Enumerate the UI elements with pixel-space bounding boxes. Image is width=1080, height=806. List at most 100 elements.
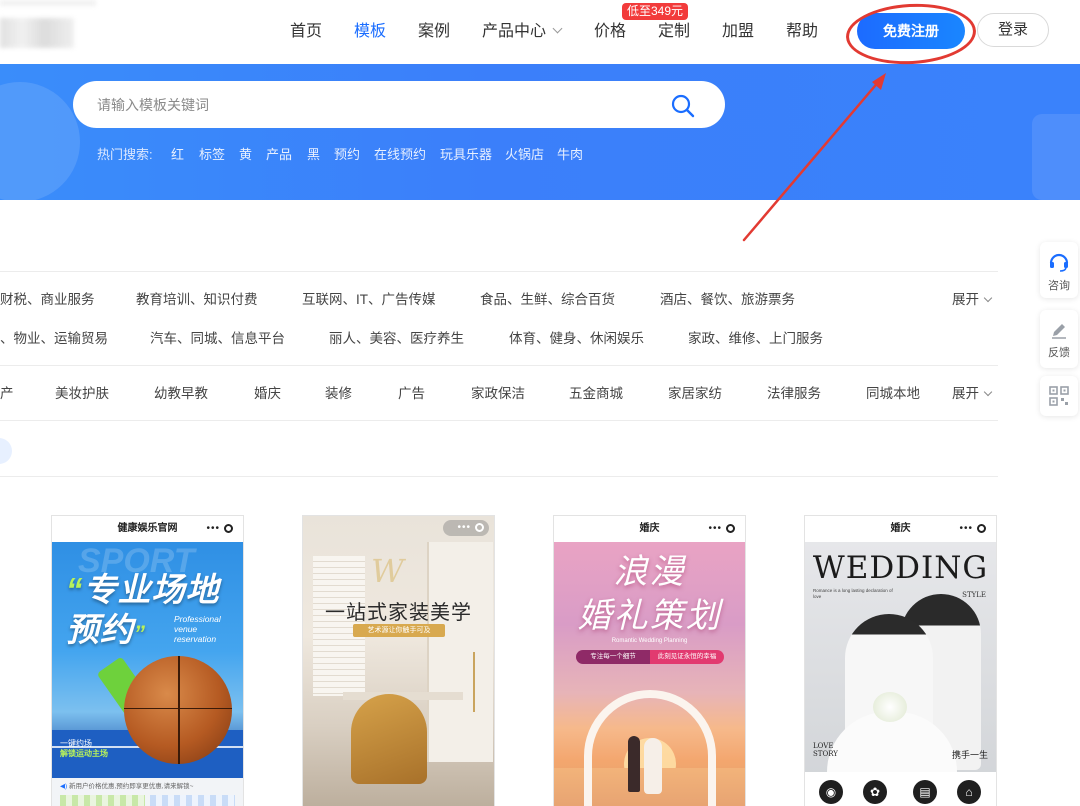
en-line: Professional	[174, 614, 221, 624]
chevron-down-icon	[983, 387, 993, 397]
expand-label: 展开	[952, 292, 979, 307]
template-card[interactable]: 健康娱乐官网 ••• SPORT “专业场地 预约” Professional …	[51, 515, 244, 806]
template-preview: SPORT “专业场地 预约” Professional venue reser…	[52, 542, 243, 806]
template-card[interactable]: 婚庆 ••• WEDDING Romance is a long lasting…	[804, 515, 997, 806]
industry-tag[interactable]: 汽车、同城、信息平台	[150, 330, 285, 348]
headset-icon	[1049, 253, 1069, 272]
template-preview: 浪漫 婚礼策划 Romantic Wedding Planning 专注每一个细…	[554, 542, 745, 806]
industry-tag[interactable]: 财税、商业服务	[0, 291, 95, 309]
close-ring-icon	[977, 523, 986, 533]
hot-term[interactable]: 玩具乐器	[440, 146, 492, 164]
industry-tag[interactable]: 互联网、IT、广告传媒	[302, 291, 436, 309]
login-button[interactable]: 登录	[977, 13, 1049, 47]
search-input[interactable]	[97, 81, 657, 128]
qrcode-icon	[1049, 386, 1069, 406]
close-ring-icon	[726, 523, 735, 533]
hot-term[interactable]: 黑	[307, 146, 320, 164]
miniapp-capsule: •••	[959, 523, 986, 535]
scene-tag[interactable]: 幼教早教	[154, 385, 208, 403]
search-icon[interactable]	[670, 93, 696, 119]
scene-tag[interactable]: 产	[0, 385, 14, 403]
site-logo[interactable]	[0, 18, 74, 48]
love-line: LOVE	[813, 742, 834, 750]
scene-tag[interactable]: 五金商城	[569, 385, 623, 403]
groom-figure	[628, 736, 640, 792]
divider	[0, 476, 998, 477]
decor-letter: W	[371, 552, 404, 590]
nav-franchise[interactable]: 加盟	[722, 0, 754, 64]
card-style: STYLE	[962, 591, 986, 599]
logo-blur-top	[0, 0, 96, 6]
industry-tag[interactable]: 酒店、餐饮、旅游票务	[660, 291, 795, 309]
notice-text: 新用户价格优惠,预约即享更优惠,请来解锁~	[68, 783, 194, 790]
top-header: 首页 模板 案例 产品中心 价格 低至349元 定制 加盟 帮助 免费注册 登录	[0, 0, 1080, 64]
side-consult[interactable]: 咨询	[1040, 242, 1078, 298]
industry-tag[interactable]: 体育、健身、休闲娱乐	[509, 330, 644, 348]
industry-tag[interactable]: 食品、生鲜、综合百货	[480, 291, 615, 309]
template-preview: W 一站式家装美学 艺术源让你触手可及 •••	[303, 516, 494, 806]
card-sub: 艺术源让你触手可及	[353, 624, 445, 637]
headline-2: 婚礼策划	[577, 596, 722, 636]
side-feedback[interactable]: 反馈	[1040, 310, 1078, 368]
nav-cases[interactable]: 案例	[418, 0, 450, 64]
close-ring-icon	[224, 523, 233, 533]
side-qrcode[interactable]	[1040, 376, 1078, 416]
side-feedback-label: 反馈	[1048, 347, 1070, 359]
chair	[351, 694, 427, 784]
bride-figure	[644, 738, 662, 794]
card-headline: 一站式家装美学	[325, 602, 472, 624]
nav-home[interactable]: 首页	[290, 0, 322, 64]
hot-term[interactable]: 标签	[199, 146, 225, 164]
register-button[interactable]: 免费注册	[857, 13, 965, 49]
hot-term[interactable]: 在线预约	[374, 146, 426, 164]
scene-tag[interactable]: 美妆护肤	[55, 385, 109, 403]
nav-custom[interactable]: 定制	[658, 0, 690, 64]
film-reel-icon: ✿	[863, 780, 887, 804]
scene-tag[interactable]: 婚庆	[254, 385, 281, 403]
scene-tag[interactable]: 家政保洁	[471, 385, 525, 403]
hot-term[interactable]: 红	[171, 146, 184, 164]
card-notice: ◀) 新用户价格优惠,预约即享更优惠,请来解锁~	[60, 780, 193, 790]
industry-tag[interactable]: 教育培训、知识付费	[136, 291, 258, 309]
capsule-dots: •••	[457, 522, 484, 534]
scene-tag[interactable]: 装修	[325, 385, 352, 403]
nav-products[interactable]: 产品中心	[482, 0, 563, 64]
english-subtitle: Romantic Wedding Planning	[611, 638, 688, 644]
headline-1: 浪漫	[613, 552, 686, 592]
card-line: 解锁运动主场	[60, 749, 108, 758]
scene-expand-toggle[interactable]: 展开	[952, 385, 993, 403]
hot-term[interactable]: 黄	[239, 146, 252, 164]
hot-term[interactable]: 牛肉	[557, 146, 583, 164]
template-card[interactable]: W 一站式家装美学 艺术源让你触手可及 •••	[302, 515, 495, 806]
card-tagline: 携手一生	[951, 750, 988, 760]
banner-decoration	[0, 82, 80, 200]
bouquet	[873, 692, 907, 722]
chevron-down-icon	[552, 23, 563, 34]
chevron-down-icon	[983, 293, 993, 303]
nav-templates[interactable]: 模板	[354, 0, 386, 64]
template-preview: WEDDING Romance is a long lasting declar…	[805, 542, 996, 806]
english-subtitle: Professional venue reservation	[174, 614, 221, 644]
filter-pill[interactable]	[0, 438, 12, 464]
scene-tag[interactable]: 家居家纺	[668, 385, 722, 403]
industry-tag[interactable]: 丽人、美容、医疗养生	[329, 330, 464, 348]
camera-icon: ◉	[819, 780, 843, 804]
industry-tag[interactable]: 家政、维修、上门服务	[688, 330, 823, 348]
industry-tag[interactable]: 、物业、运输贸易	[0, 330, 108, 348]
close-ring-icon	[475, 522, 484, 532]
nav-help[interactable]: 帮助	[786, 0, 818, 64]
hot-term[interactable]: 预约	[334, 146, 360, 164]
miniapp-capsule: •••	[708, 523, 735, 535]
card-strip	[150, 795, 235, 806]
scene-tag[interactable]: 同城本地	[866, 385, 920, 403]
industry-expand-toggle[interactable]: 展开	[952, 291, 993, 309]
template-card[interactable]: 婚庆 ••• 浪漫 婚礼策划 Romantic Wedding Planning…	[553, 515, 746, 806]
hot-term[interactable]: 火锅店	[505, 146, 544, 164]
card-pill: 专注每一个细节	[576, 650, 650, 664]
nav-products-label: 产品中心	[482, 23, 547, 40]
divider	[0, 271, 998, 272]
love-line: STORY	[813, 750, 838, 758]
hot-term[interactable]: 产品	[266, 146, 292, 164]
scene-tag[interactable]: 广告	[398, 385, 425, 403]
scene-tag[interactable]: 法律服务	[767, 385, 821, 403]
